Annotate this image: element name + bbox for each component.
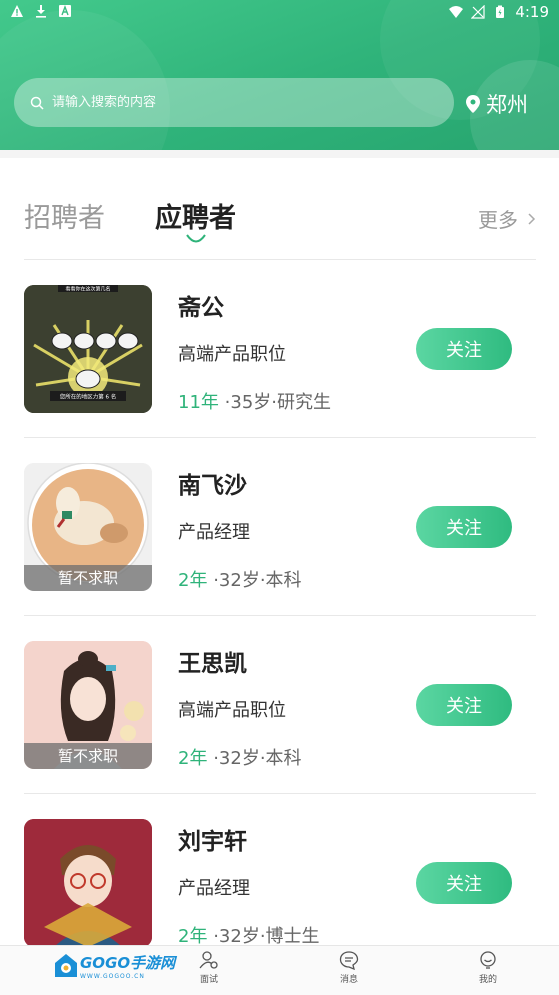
- follow-button[interactable]: 关注: [416, 506, 512, 548]
- illustrated-boy-image: [24, 819, 152, 947]
- wifi-icon: [449, 6, 464, 18]
- header: 4:19 郑州: [0, 0, 559, 150]
- avatar: 暂不求职: [24, 641, 152, 769]
- status-bar: 4:19: [0, 0, 559, 26]
- nav-label: 消息: [339, 975, 358, 985]
- nav-label: 我的: [478, 975, 497, 985]
- avatar: [24, 819, 152, 947]
- candidate-years: 2年: [178, 570, 208, 591]
- candidate-name: 南飞沙: [178, 473, 247, 499]
- status-badge: 暂不求职: [24, 565, 152, 591]
- list-item[interactable]: 暂不求职 南飞沙 产品经理 2年 ·32岁·本科 关注: [24, 438, 536, 616]
- avatar: 暂不求职: [24, 463, 152, 591]
- sheep-game-image: 看看你在这次第几名 您所在的地区力第 6 名: [24, 285, 152, 413]
- section-separator: [0, 150, 559, 158]
- list-item[interactable]: 暂不求职 王思凯 高端产品职位 2年 ·32岁·本科 关注: [24, 616, 536, 794]
- signal-off-icon: [471, 5, 485, 19]
- candidate-details: ·32岁·本科: [213, 748, 302, 769]
- search-input[interactable]: [52, 95, 432, 110]
- battery-icon: [496, 5, 505, 18]
- candidate-details: ·32岁·本科: [213, 570, 302, 591]
- city-label: 郑州: [486, 93, 528, 117]
- candidate-position: 高端产品职位: [178, 344, 286, 365]
- image-top-text: 看看你在这次第几名: [65, 286, 110, 293]
- location-selector[interactable]: 郑州: [466, 89, 528, 119]
- candidate-details: ·32岁·博士生: [213, 926, 320, 947]
- follow-button[interactable]: 关注: [416, 862, 512, 904]
- follow-button[interactable]: 关注: [416, 328, 512, 370]
- candidate-position: 产品经理: [178, 878, 250, 899]
- tab-applicants[interactable]: 应聘者: [155, 196, 236, 235]
- nav-item-profile[interactable]: 我的: [448, 950, 528, 985]
- candidate-list: 看看你在这次第几名 您所在的地区力第 6 名 斋公 高端产品职位 11年 ·35…: [24, 260, 536, 972]
- candidate-name: 刘宇轩: [178, 829, 247, 855]
- image-bottom-text: 您所在的地区力第 6 名: [60, 393, 117, 401]
- more-link[interactable]: 更多: [478, 204, 536, 233]
- nav-label: 面试: [199, 975, 218, 985]
- message-icon: [339, 951, 359, 970]
- status-time: 4:19: [515, 3, 549, 21]
- status-badge: 暂不求职: [24, 743, 152, 769]
- interview-icon: [199, 951, 218, 969]
- chevron-right-icon: [528, 212, 536, 225]
- location-pin-icon: [466, 95, 480, 113]
- nav-item-messages[interactable]: 消息: [309, 950, 389, 985]
- candidate-meta: 2年 ·32岁·本科: [178, 744, 302, 770]
- candidate-years: 11年: [178, 392, 219, 413]
- active-tab-indicator: [186, 234, 206, 243]
- search-icon: [30, 96, 44, 110]
- candidate-position: 高端产品职位: [178, 700, 286, 721]
- candidate-years: 2年: [178, 926, 208, 947]
- avatar: 看看你在这次第几名 您所在的地区力第 6 名: [24, 285, 152, 413]
- download-icon: [36, 5, 46, 18]
- logo-subtext: WWW.GOGOO.CN: [80, 973, 145, 980]
- follow-button[interactable]: 关注: [416, 684, 512, 726]
- candidate-name: 斋公: [178, 295, 224, 321]
- warning-icon: [11, 5, 23, 17]
- list-item[interactable]: 看看你在这次第几名 您所在的地区力第 6 名 斋公 高端产品职位 11年 ·35…: [24, 260, 536, 438]
- candidate-name: 王思凯: [178, 651, 247, 677]
- nav-item-interview[interactable]: 面试: [169, 950, 249, 985]
- candidate-years: 2年: [178, 748, 208, 769]
- more-label: 更多: [478, 208, 518, 232]
- candidate-details: ·35岁·研究生: [224, 392, 331, 413]
- search-bar[interactable]: [14, 78, 454, 127]
- watermark-logo: GOGO手游网 WWW.GOGOO.CN: [54, 952, 175, 980]
- tab-bar: 招聘者 应聘者 更多: [24, 196, 536, 246]
- candidate-meta: 2年 ·32岁·本科: [178, 566, 302, 592]
- logo-text: GOGO手游网: [80, 954, 176, 972]
- candidate-position: 产品经理: [178, 522, 250, 543]
- logo-icon: [55, 954, 77, 977]
- profile-icon: [480, 951, 496, 969]
- tab-recruiters[interactable]: 招聘者: [24, 196, 105, 235]
- candidate-meta: 11年 ·35岁·研究生: [178, 388, 331, 414]
- font-icon: [59, 5, 71, 17]
- bottom-nav: GOGO手游网 WWW.GOGOO.CN 面试 消息 我的: [0, 945, 559, 995]
